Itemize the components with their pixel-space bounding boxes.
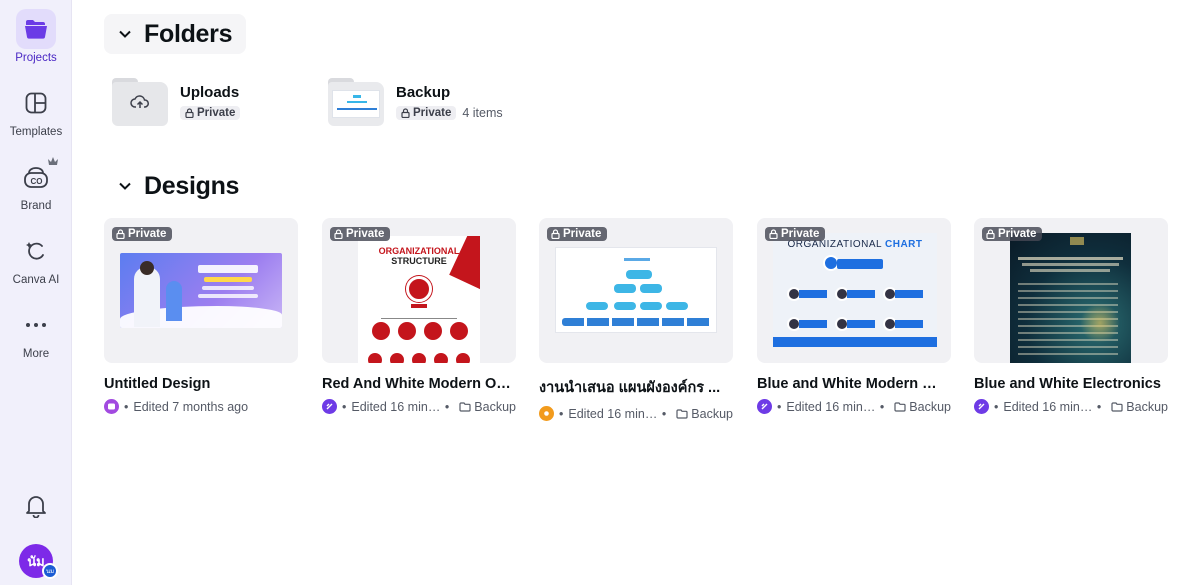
design-thumbnail: Private bbox=[539, 218, 733, 363]
design-thumbnail: Private ORGANIZATIONAL CHART bbox=[757, 218, 951, 363]
app-type-icon bbox=[104, 399, 119, 414]
design-card[interactable]: Private ORGANIZATIONAL CHART Blue and Wh… bbox=[757, 218, 951, 414]
design-title: Red And White Modern Organizational Stru… bbox=[322, 376, 512, 392]
designs-section-toggle[interactable]: Designs bbox=[104, 166, 254, 206]
chevron-down-icon bbox=[114, 23, 136, 45]
design-card[interactable]: Private งานนำเสนอ แผนผังองค์กร ... • Edi… bbox=[539, 218, 733, 421]
more-icon bbox=[16, 305, 56, 345]
crown-icon bbox=[47, 153, 59, 171]
design-meta: • Edited 16 minutes ago • Backup bbox=[322, 399, 516, 414]
design-folder[interactable]: Backup bbox=[894, 400, 951, 414]
whiteboard-icon bbox=[974, 399, 989, 414]
canva-ai-icon bbox=[16, 231, 56, 271]
templates-icon bbox=[16, 83, 56, 123]
sidebar-item-canva-ai[interactable]: Canva AI bbox=[0, 231, 72, 286]
whiteboard-icon bbox=[322, 399, 337, 414]
lock-icon bbox=[769, 229, 778, 239]
whiteboard-icon bbox=[757, 399, 772, 414]
chevron-down-icon bbox=[114, 175, 136, 197]
design-thumbnail: Private bbox=[974, 218, 1168, 363]
edited-time: Edited 16 minutes ago bbox=[351, 399, 441, 414]
private-badge: Private bbox=[112, 227, 173, 241]
design-folder[interactable]: Backup bbox=[1111, 400, 1168, 414]
design-title: Untitled Design bbox=[104, 376, 211, 392]
design-meta: • Edited 16 minutes ago • Backup bbox=[539, 406, 733, 421]
folder-icon bbox=[1111, 401, 1123, 412]
cloud-upload-icon bbox=[130, 94, 150, 115]
sidebar-item-projects[interactable]: Projects bbox=[0, 9, 72, 64]
blue-org-chart-artwork bbox=[555, 247, 717, 333]
design-thumbnail: Private bbox=[104, 218, 298, 363]
sidebar-item-label: Templates bbox=[9, 126, 63, 138]
folder-item-count: 4 items bbox=[462, 106, 503, 120]
lock-icon bbox=[185, 108, 194, 118]
folder-backup[interactable]: Backup Private 4 items bbox=[328, 78, 503, 126]
folder-icon bbox=[459, 401, 471, 412]
sidebar-item-label: More bbox=[22, 348, 50, 360]
blue-org-chart-artwork: ORGANIZATIONAL CHART bbox=[773, 233, 937, 347]
electronics-poster-artwork bbox=[1010, 233, 1131, 363]
design-card[interactable]: Private Blue and White Electronics • Edi… bbox=[974, 218, 1168, 414]
sidebar-item-label: Brand bbox=[20, 200, 52, 212]
private-badge: Private bbox=[330, 227, 391, 241]
bell-icon[interactable] bbox=[20, 490, 52, 522]
design-meta: • Edited 16 minutes ago • Backup bbox=[757, 399, 951, 414]
edited-time: Edited 16 minutes ago bbox=[786, 399, 876, 414]
folder-icon bbox=[16, 9, 56, 49]
svg-text:CO: CO bbox=[31, 177, 43, 186]
lock-icon bbox=[986, 229, 995, 239]
lock-icon bbox=[116, 229, 125, 239]
folder-icon bbox=[112, 78, 168, 126]
sidebar-item-label: Projects bbox=[15, 52, 57, 64]
design-title: งานนำเสนอ แผนผังองค์กร ... bbox=[539, 380, 721, 396]
lock-icon bbox=[334, 229, 343, 239]
design-card[interactable]: Private Untitled Design • Edited 7 month… bbox=[104, 218, 298, 414]
private-badge: Private bbox=[180, 106, 241, 120]
private-badge: Private bbox=[396, 106, 457, 120]
lock-icon bbox=[551, 229, 560, 239]
banner-artwork bbox=[120, 253, 282, 328]
main-content: Folders Uploads Private Backup Private 4… bbox=[72, 0, 1178, 585]
lock-icon bbox=[401, 108, 410, 118]
sidebar-item-label: Canva AI bbox=[12, 274, 60, 286]
red-org-chart-artwork: ORGANIZATIONAL STRUCTURE bbox=[358, 236, 480, 363]
design-title: Blue and White Electronics bbox=[974, 376, 1161, 392]
folder-icon bbox=[328, 78, 384, 126]
folder-icon bbox=[894, 401, 906, 412]
design-folder[interactable]: Backup bbox=[459, 400, 516, 414]
section-title: Folders bbox=[144, 19, 233, 48]
private-badge: Private bbox=[982, 227, 1043, 241]
folder-name: Backup bbox=[396, 84, 451, 101]
presentation-icon bbox=[539, 406, 554, 421]
design-title: Blue and White Modern Organizational Cha… bbox=[757, 376, 947, 392]
sidebar: Projects Templates CO Brand Canva AI Mor… bbox=[0, 0, 72, 585]
edited-time: Edited 16 minutes ago bbox=[568, 406, 658, 421]
team-badge: นม bbox=[42, 563, 58, 579]
folder-preview bbox=[332, 90, 380, 118]
design-folder[interactable]: Backup bbox=[676, 407, 733, 421]
folder-icon bbox=[676, 408, 688, 419]
design-card[interactable]: Private ORGANIZATIONAL STRUCTURE Red And… bbox=[322, 218, 516, 414]
design-meta: • Edited 7 months ago bbox=[104, 399, 298, 414]
section-title: Designs bbox=[144, 171, 240, 200]
sidebar-item-templates[interactable]: Templates bbox=[0, 83, 72, 138]
folders-section-toggle[interactable]: Folders bbox=[104, 14, 246, 54]
edited-time: Edited 16 minutes ago bbox=[1003, 399, 1093, 414]
folder-uploads[interactable]: Uploads Private bbox=[112, 78, 241, 126]
sidebar-item-brand[interactable]: CO Brand bbox=[0, 157, 72, 212]
design-meta: • Edited 16 minutes ago • Backup bbox=[974, 399, 1168, 414]
sidebar-item-more[interactable]: More bbox=[0, 305, 72, 360]
folder-name: Uploads bbox=[180, 84, 240, 101]
design-thumbnail: Private ORGANIZATIONAL STRUCTURE bbox=[322, 218, 516, 363]
edited-time: Edited 7 months ago bbox=[133, 399, 249, 414]
private-badge: Private bbox=[547, 227, 608, 241]
private-badge: Private bbox=[765, 227, 826, 241]
